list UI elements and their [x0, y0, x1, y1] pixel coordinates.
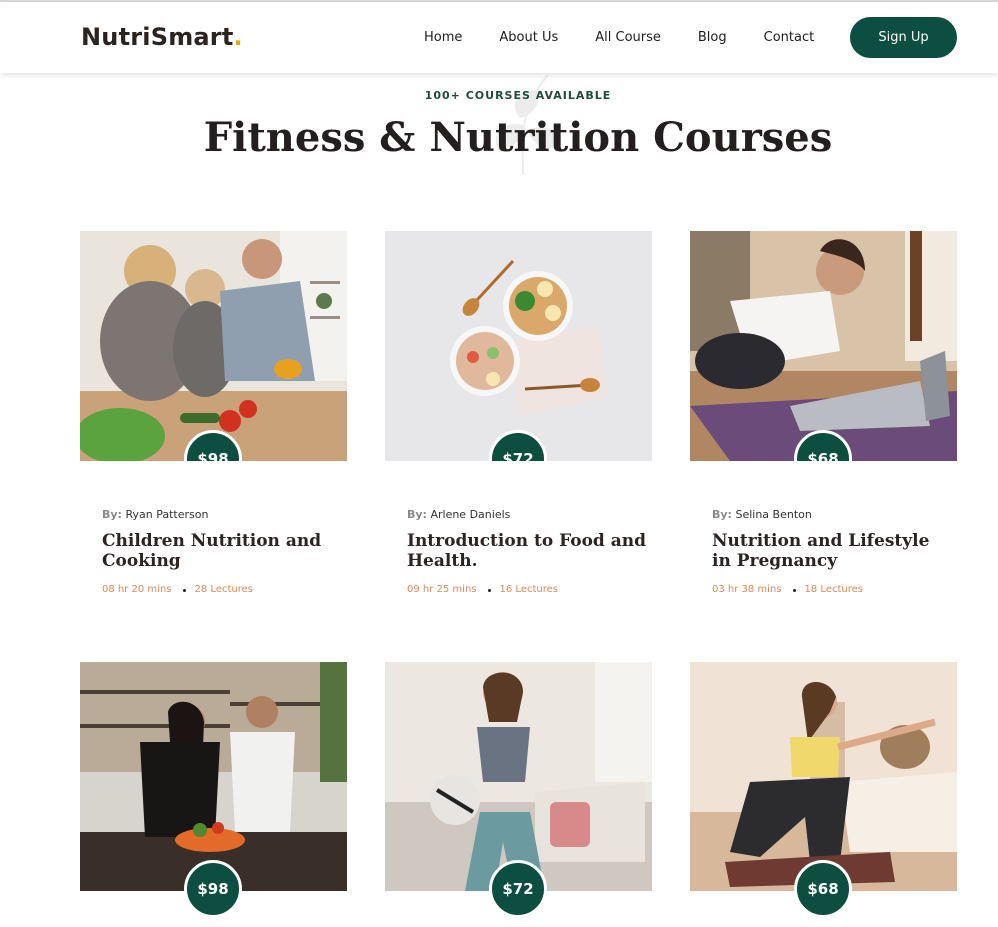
section-eyebrow: 100+ COURSES AVAILABLE: [424, 89, 612, 102]
course-stats: 09 hr 25 mins 16 Lectures: [407, 584, 647, 595]
site-header: NutriSmart. Home About Us All Course Blo…: [0, 2, 998, 73]
course-title[interactable]: Nutrition and Lifestyle in Pregnancy: [712, 531, 952, 571]
separator-dot: [487, 589, 491, 592]
nav-blog[interactable]: Blog: [698, 30, 727, 45]
course-card[interactable]: $72 By: Arlene Daniels Introduction to F…: [385, 231, 652, 595]
course-lectures: 28 Lectures: [194, 584, 253, 595]
author-name[interactable]: Ryan Patterson: [125, 508, 208, 521]
course-card[interactable]: $98 By: Ryan Patterson Children Nutritio…: [80, 231, 347, 595]
course-duration: 03 hr 38 mins: [712, 584, 782, 595]
separator-dot: [182, 589, 186, 592]
woman-fitness-ball-photo[interactable]: $72: [385, 662, 652, 918]
author-line: By: Selina Benton: [712, 508, 952, 521]
price-badge: $68: [794, 860, 852, 918]
logo[interactable]: NutriSmart.: [81, 23, 243, 51]
course-meta: By: Ryan Patterson Children Nutrition an…: [102, 508, 342, 595]
course-title[interactable]: Introduction to Food and Health.: [407, 531, 647, 571]
by-label: By:: [102, 508, 122, 521]
course-card[interactable]: $68: [690, 662, 957, 918]
author-name[interactable]: Arlene Daniels: [430, 508, 510, 521]
couple-kitchen-photo[interactable]: $98: [80, 662, 347, 918]
course-stats: 08 hr 20 mins 28 Lectures: [102, 584, 342, 595]
family-cooking-photo[interactable]: $98: [80, 231, 347, 461]
course-title[interactable]: Children Nutrition and Cooking: [102, 531, 342, 571]
price-badge: $72: [489, 860, 547, 918]
author-name[interactable]: Selina Benton: [735, 508, 811, 521]
course-duration: 09 hr 25 mins: [407, 584, 477, 595]
by-label: By:: [712, 508, 732, 521]
food-bowls-photo[interactable]: $72: [385, 231, 652, 461]
course-card[interactable]: $72: [385, 662, 652, 918]
nav-home[interactable]: Home: [424, 30, 462, 45]
author-line: By: Arlene Daniels: [407, 508, 647, 521]
nav-about[interactable]: About Us: [499, 30, 558, 45]
course-stats: 03 hr 38 mins 18 Lectures: [712, 584, 952, 595]
logo-dot: .: [233, 23, 243, 51]
course-lectures: 16 Lectures: [499, 584, 558, 595]
course-lectures: 18 Lectures: [804, 584, 863, 595]
course-card[interactable]: $98: [80, 662, 347, 918]
course-meta: By: Selina Benton Nutrition and Lifestyl…: [712, 508, 952, 595]
course-card[interactable]: $68 By: Selina Benton Nutrition and Life…: [690, 231, 957, 595]
course-duration: 08 hr 20 mins: [102, 584, 172, 595]
nav-all-course[interactable]: All Course: [595, 30, 661, 45]
section-title: Fitness & Nutrition Courses: [203, 114, 833, 161]
price-badge: $98: [184, 860, 242, 918]
main-nav: Home About Us All Course Blog Contact: [424, 30, 851, 45]
woman-stretching-photo[interactable]: $68: [690, 662, 957, 918]
author-line: By: Ryan Patterson: [102, 508, 342, 521]
logo-text: NutriSmart: [81, 23, 234, 51]
course-meta: By: Arlene Daniels Introduction to Food …: [407, 508, 647, 595]
separator-dot: [792, 589, 796, 592]
nav-contact[interactable]: Contact: [764, 30, 815, 45]
woman-laptop-yoga-photo[interactable]: $68: [690, 231, 957, 461]
by-label: By:: [407, 508, 427, 521]
signup-button[interactable]: Sign Up: [850, 17, 957, 58]
